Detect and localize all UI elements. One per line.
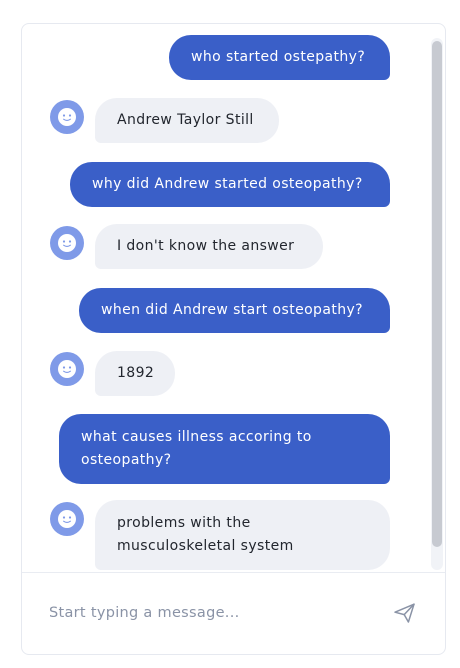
bot-avatar-icon <box>50 226 84 260</box>
message-composer <box>22 572 445 654</box>
message-input[interactable] <box>49 600 369 626</box>
send-button[interactable] <box>392 601 418 625</box>
bot-avatar-icon <box>50 352 84 386</box>
bot-message: I don't know the answer <box>95 224 323 269</box>
bot-avatar-icon <box>50 502 84 536</box>
scrollbar-thumb[interactable] <box>432 41 442 547</box>
user-message: what causes illness accoring to osteopat… <box>59 414 390 484</box>
user-message: why did Andrew started osteopathy? <box>70 162 390 207</box>
user-message: when did Andrew start osteopathy? <box>79 288 390 333</box>
bot-avatar-icon <box>50 100 84 134</box>
message-list[interactable]: who started ostepathy? Andrew Taylor Sti… <box>22 24 445 572</box>
bot-message: 1892 <box>95 351 175 396</box>
chat-window: who started ostepathy? Andrew Taylor Sti… <box>21 23 446 655</box>
paper-plane-icon <box>394 603 415 623</box>
bot-message: problems with the musculoskeletal system <box>95 500 390 570</box>
bot-message: Andrew Taylor Still <box>95 98 279 143</box>
scrollbar[interactable] <box>431 38 443 570</box>
user-message: who started ostepathy? <box>169 35 390 80</box>
